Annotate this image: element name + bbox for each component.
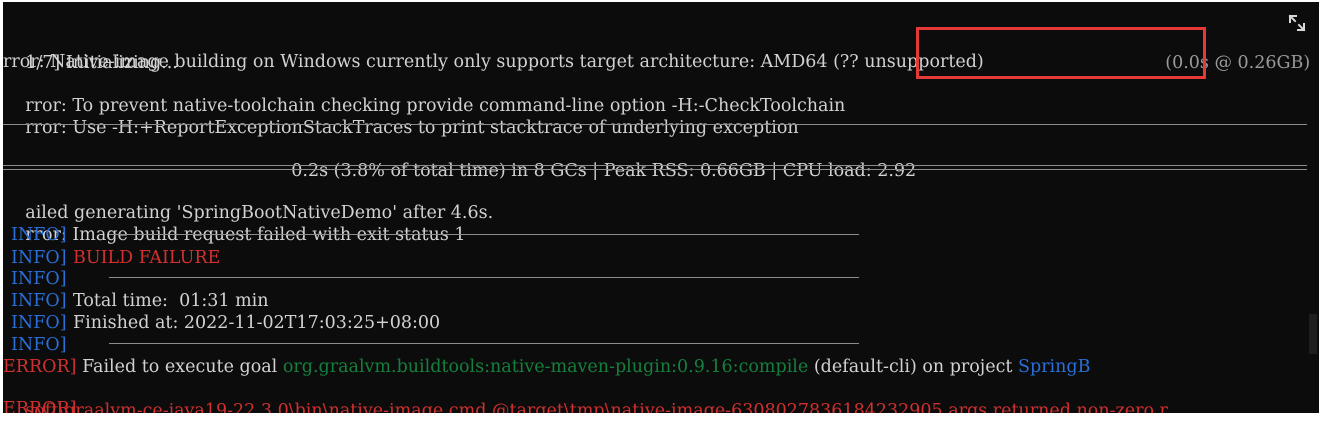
info-tag: INFO] (11, 335, 67, 355)
info-tag: INFO] (11, 248, 67, 268)
build-request-error-line: rror: Image build request failed with ex… (3, 202, 465, 245)
init-time-text: (0.0s @ 0.26GB) (1165, 53, 1311, 73)
failed-execute-goal-line: ERROR] Failed to execute goal org.graalv… (3, 356, 1091, 378)
native-image-cmd-text: soft\graalvm-ce-java19-22.3.0\bin\native… (25, 401, 1168, 413)
divider-line (3, 124, 1307, 125)
plugin-name: org.graalvm.buildtools:native-maven-plug… (282, 357, 809, 377)
gc-stats-line: 0.2s (3.8% of total time) in 8 GCs | Pea… (269, 138, 916, 181)
error-line-architecture: rror: Native-image building on Windows c… (3, 51, 984, 73)
error-architecture-prefix: rror: Native-image building on Windows c… (3, 52, 761, 72)
double-divider-line (3, 165, 1307, 170)
finished-at-text: Finished at: 2022-11-02T17:03:25+08:00 (73, 313, 441, 333)
build-failure-label: BUILD FAILURE (73, 248, 221, 268)
info-divider (109, 234, 859, 235)
terminal-window[interactable]: 1/7] Initializing... (0.0s @ 0.26GB) rro… (3, 2, 1319, 413)
error-line-toolchain: rror: To prevent native-toolchain checki… (3, 73, 845, 116)
error-tag-last: ERROR] (3, 399, 77, 413)
failed-generating-line: ailed generating 'SpringBootNativeDemo' … (3, 180, 493, 223)
info-tag: INFO] (11, 291, 67, 311)
error-stacktrace-text: rror: Use -H:+ReportExceptionStackTraces… (25, 118, 799, 138)
init-line: 1/7] Initializing... (3, 30, 178, 73)
error-architecture-value: AMD64 (?? unsupported) (760, 52, 984, 72)
info-divider (109, 277, 859, 278)
info-divider (109, 343, 859, 344)
info-tag: INFO] (11, 269, 67, 289)
native-image-cmd-line: soft\graalvm-ce-java19-22.3.0\bin\native… (3, 378, 1168, 413)
project-name: SpringB (1018, 357, 1091, 377)
error-line-stacktrace: rror: Use -H:+ReportExceptionStackTraces… (3, 95, 798, 138)
build-request-error-text: rror: Image build request failed with ex… (25, 225, 466, 245)
error-tag: ERROR] (3, 357, 77, 377)
execute-goal-text: Failed to execute goal (82, 357, 283, 377)
total-time-text: Total time: 01:31 min (73, 291, 269, 311)
info-tag: INFO] (11, 225, 67, 245)
gc-stats-text: 0.2s (3.8% of total time) in 8 GCs | Pea… (291, 161, 917, 181)
scrollbar[interactable] (1309, 314, 1317, 354)
default-cli-text: (default-cli) on project (813, 357, 1018, 377)
info-tag: INFO] (11, 313, 67, 333)
expand-arrows-icon[interactable] (1286, 12, 1308, 34)
